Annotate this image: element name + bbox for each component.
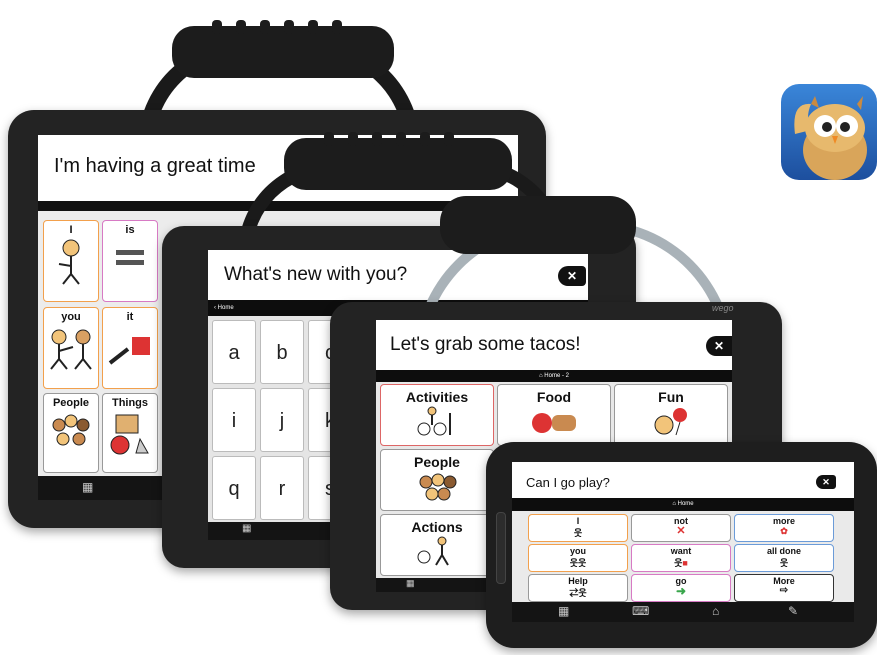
- key-i[interactable]: i: [212, 388, 256, 452]
- device3-tile-fun[interactable]: Fun: [614, 384, 728, 446]
- activities-icon: [417, 406, 451, 436]
- device3-nav-bar[interactable]: ⌂ Home - 2: [376, 370, 732, 382]
- device4-tile-want[interactable]: want 웃■: [631, 544, 731, 572]
- device1-handle-grip[interactable]: [172, 20, 394, 78]
- things-icon: [110, 414, 149, 455]
- equals-icon: [116, 250, 144, 265]
- device1-tile-it[interactable]: it: [102, 307, 158, 389]
- key-a[interactable]: a: [212, 320, 256, 384]
- owl-icon: [794, 96, 867, 180]
- device1-tile-i[interactable]: I: [43, 220, 99, 302]
- green-arrow-icon: ➜: [675, 584, 687, 598]
- device4-tile-i[interactable]: I웃: [528, 514, 628, 542]
- key-r[interactable]: r: [260, 456, 304, 520]
- device3-tile-food[interactable]: Food: [497, 384, 611, 446]
- device4-nav-label: Home: [677, 501, 694, 507]
- device3-message-text: Let's grab some tacos!: [390, 334, 581, 355]
- device4-delete-button[interactable]: ✕: [816, 475, 836, 489]
- person-pointing-self-icon: [58, 239, 80, 285]
- grid-icon[interactable]: ▦: [558, 604, 569, 618]
- device3-brand-label: wego: [712, 303, 734, 313]
- device4-tile-you[interactable]: you 웃웃: [528, 544, 628, 572]
- device2-message-text: What's new with you?: [224, 264, 408, 285]
- device1-message-text: I'm having a great time: [54, 155, 256, 177]
- device3-tile-activities[interactable]: Activities: [380, 384, 494, 446]
- device4-tile-help[interactable]: Help ⇄웃: [528, 574, 628, 602]
- owl-app-icon[interactable]: [781, 84, 877, 180]
- device4-tile-more[interactable]: more ✿: [734, 514, 834, 542]
- device4-nav-bar[interactable]: ⌂ Home: [512, 498, 854, 511]
- device1-tile-is[interactable]: is: [102, 220, 158, 302]
- group-of-people-icon: [419, 473, 457, 501]
- group-of-people-icon: [52, 414, 90, 446]
- device4-screen: Can I go play? ✕ ⌂ Home I웃 not ✕ more ✿ yo…: [512, 462, 854, 622]
- person-icon: 웃: [573, 528, 583, 538]
- two-people-icon: 웃웃: [569, 558, 587, 568]
- fun-balloon-icon: [654, 408, 687, 436]
- device3-nav-label: Home - 2: [544, 373, 569, 379]
- device4-message-bar[interactable]: Can I go play?: [512, 462, 854, 498]
- device4-tile-go[interactable]: go ➜: [631, 574, 731, 602]
- device1-tile-things[interactable]: Things: [102, 393, 158, 473]
- actions-icon: [417, 536, 449, 566]
- grid-icon[interactable]: ▦: [82, 480, 93, 494]
- home-icon[interactable]: ⌂: [712, 604, 719, 618]
- close-icon: ✕: [822, 477, 830, 487]
- device3-tile-actions[interactable]: Actions: [380, 514, 494, 576]
- want-icon: 웃■: [674, 558, 688, 568]
- device1-tile-people[interactable]: People: [43, 393, 99, 473]
- home-icon: ⌂: [539, 373, 543, 379]
- keyboard-icon[interactable]: ⌨: [632, 604, 649, 618]
- device4-toolbar: ▦ ⌨ ⌂ ✎: [512, 602, 854, 622]
- pencil-icon[interactable]: ✎: [788, 604, 798, 618]
- close-icon: ✕: [713, 339, 725, 353]
- two-people-icon: [50, 329, 92, 370]
- device3-delete-button[interactable]: ✕: [706, 336, 732, 356]
- grid-icon[interactable]: ▦: [406, 578, 415, 589]
- next-page-icon: ⇨: [779, 585, 789, 596]
- key-q[interactable]: q: [212, 456, 256, 520]
- device4-tile-more-folder[interactable]: More ⇨: [734, 574, 834, 602]
- red-x-icon: ✕: [676, 525, 686, 537]
- device3-message-bar[interactable]: Let's grab some tacos!: [376, 320, 732, 370]
- home-icon: ⌂: [672, 501, 676, 507]
- back-chevron-icon: ‹: [214, 305, 216, 311]
- more-icon: ✿: [780, 526, 788, 536]
- key-b[interactable]: b: [260, 320, 304, 384]
- device1-tile-you[interactable]: you: [43, 307, 99, 389]
- key-j[interactable]: j: [260, 388, 304, 452]
- device3-handle-grip[interactable]: [440, 196, 636, 254]
- device4-side-button[interactable]: [496, 512, 506, 584]
- food-icon: [532, 413, 576, 433]
- grid-icon[interactable]: ▦: [242, 523, 251, 534]
- device4-tile-not[interactable]: not ✕: [631, 514, 731, 542]
- device4-message-text: Can I go play?: [526, 475, 610, 490]
- all-done-icon: 웃: [779, 558, 789, 568]
- pointing-at-object-icon: [108, 337, 150, 365]
- device2-nav-label: Home: [217, 305, 234, 311]
- device4-tile-all-done[interactable]: all done 웃: [734, 544, 834, 572]
- help-icon: ⇄웃: [569, 588, 587, 598]
- device3-tile-people[interactable]: People: [380, 449, 494, 511]
- device2-handle-grip[interactable]: [284, 132, 512, 190]
